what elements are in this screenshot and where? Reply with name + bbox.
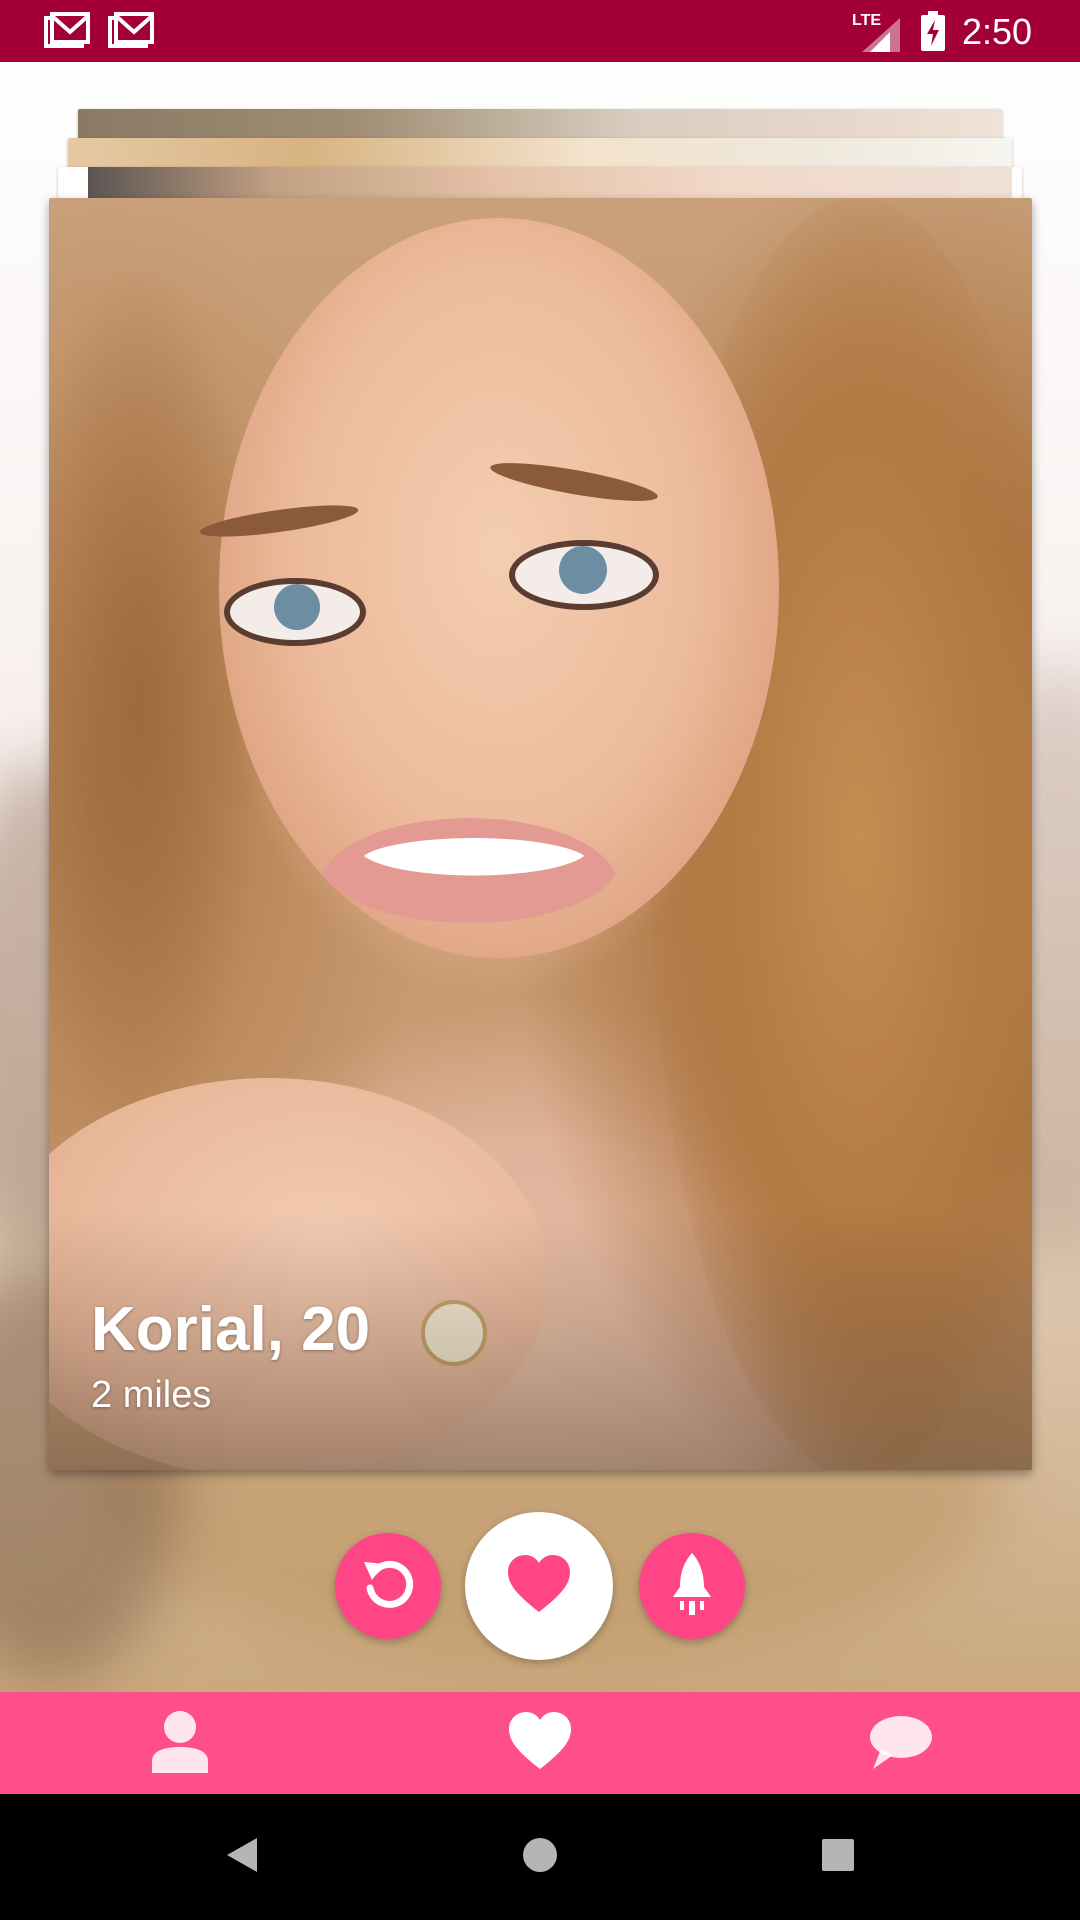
nav-discover-tab[interactable] [440, 1692, 640, 1794]
boost-button[interactable] [639, 1533, 745, 1639]
bottom-nav [0, 1692, 1080, 1794]
like-button[interactable] [465, 1512, 613, 1660]
nav-messages-tab[interactable] [800, 1692, 1000, 1794]
undo-button[interactable] [335, 1533, 441, 1639]
recents-icon [821, 1838, 855, 1877]
profile-name-age: Korial, 20 [91, 1295, 371, 1364]
home-button[interactable] [500, 1824, 580, 1890]
profile-distance: 2 miles [91, 1374, 212, 1416]
back-icon [225, 1836, 259, 1879]
clock: 2:50 [962, 11, 1033, 52]
rocket-icon [667, 1551, 717, 1622]
heart-icon [506, 1554, 572, 1619]
battery-charging-icon [920, 11, 946, 51]
profile-icon [150, 1709, 210, 1778]
system-nav-bar [0, 1794, 1080, 1920]
gmail-icon [108, 12, 154, 50]
nav-profile-tab[interactable] [80, 1692, 280, 1794]
back-button[interactable] [202, 1824, 282, 1890]
profile-card[interactable]: Korial, 20 2 miles [49, 198, 1032, 1470]
status-bar: LTE 2:50 [0, 0, 1080, 62]
home-icon [522, 1837, 558, 1878]
lte-signal-icon: LTE [852, 12, 902, 52]
gmail-icon [44, 12, 90, 50]
heart-icon [507, 1711, 573, 1776]
chat-icon [867, 1713, 933, 1774]
undo-icon [356, 1552, 420, 1621]
recents-button[interactable] [798, 1824, 878, 1890]
